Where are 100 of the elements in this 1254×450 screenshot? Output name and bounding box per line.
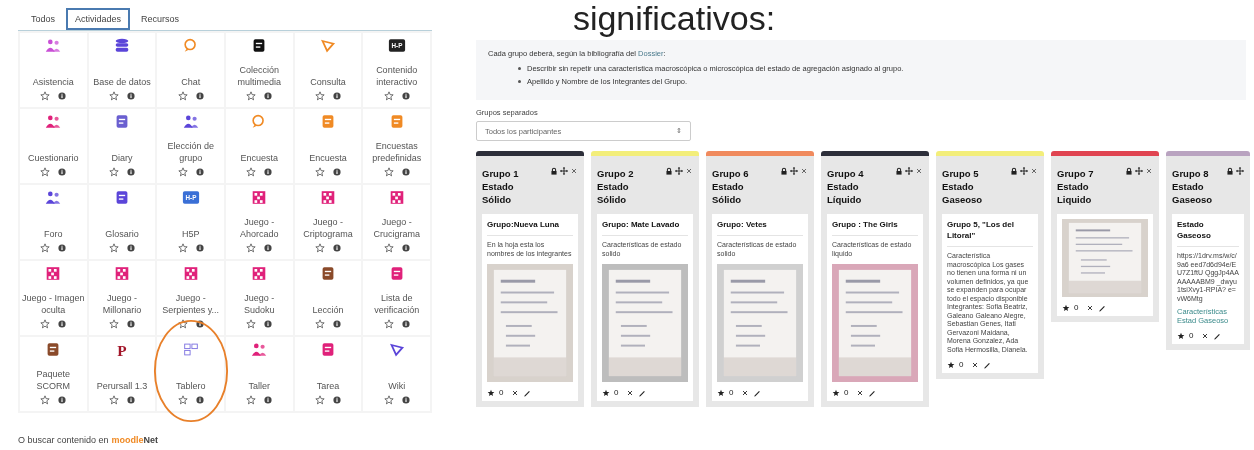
star-outline-icon[interactable] bbox=[177, 91, 188, 101]
info-icon[interactable] bbox=[195, 320, 204, 328]
activity-tile[interactable]: Diary bbox=[88, 109, 156, 183]
star-outline-icon[interactable] bbox=[315, 167, 325, 177]
close-icon[interactable] bbox=[1145, 167, 1153, 175]
pencil-icon[interactable] bbox=[753, 388, 762, 397]
pencil-icon[interactable] bbox=[983, 360, 992, 369]
activity-tile[interactable]: Tarea bbox=[294, 337, 362, 411]
close-icon[interactable] bbox=[800, 167, 808, 175]
info-icon[interactable] bbox=[333, 320, 341, 328]
close-icon[interactable] bbox=[1030, 167, 1038, 175]
info-icon[interactable] bbox=[195, 396, 204, 404]
info-icon[interactable] bbox=[195, 92, 204, 100]
info-icon[interactable] bbox=[58, 168, 67, 176]
delete-icon[interactable] bbox=[1201, 331, 1210, 340]
star-outline-icon[interactable] bbox=[383, 319, 394, 329]
activity-tile[interactable]: Taller bbox=[226, 337, 293, 411]
moodlenet-logo[interactable]: moodleNet bbox=[111, 435, 159, 445]
close-icon[interactable] bbox=[915, 167, 923, 175]
info-icon[interactable] bbox=[264, 244, 273, 252]
post-card[interactable]: 0 bbox=[1057, 214, 1153, 316]
star-icon[interactable] bbox=[832, 388, 840, 397]
pencil-icon[interactable] bbox=[523, 388, 532, 397]
info-icon[interactable] bbox=[195, 244, 204, 252]
activity-tile[interactable]: Cuestionario bbox=[20, 109, 87, 183]
star-outline-icon[interactable] bbox=[109, 167, 119, 177]
move-icon[interactable] bbox=[1135, 167, 1143, 175]
info-icon[interactable] bbox=[58, 244, 67, 252]
star-outline-icon[interactable] bbox=[109, 243, 119, 253]
info-icon[interactable] bbox=[127, 168, 135, 176]
info-icon[interactable] bbox=[127, 320, 135, 328]
activity-tile[interactable]: Lista de verificación bbox=[363, 261, 430, 335]
info-icon[interactable] bbox=[58, 320, 67, 328]
delete-icon[interactable] bbox=[741, 388, 750, 397]
move-icon[interactable] bbox=[905, 167, 913, 175]
star-icon[interactable] bbox=[947, 360, 955, 369]
activity-tile[interactable]: Juego - Imagen oculta bbox=[20, 261, 87, 335]
tab[interactable]: Actividades bbox=[66, 8, 131, 30]
activity-tile[interactable]: Colección multimedia bbox=[226, 33, 293, 107]
star-icon[interactable] bbox=[1062, 303, 1070, 312]
star-outline-icon[interactable] bbox=[246, 243, 257, 253]
close-icon[interactable] bbox=[570, 167, 578, 175]
star-outline-icon[interactable] bbox=[383, 395, 394, 405]
post-card[interactable] bbox=[942, 214, 1038, 373]
star-outline-icon[interactable] bbox=[40, 395, 51, 405]
info-icon[interactable] bbox=[401, 396, 410, 404]
activity-tile[interactable]: Chat bbox=[157, 33, 224, 107]
pencil-icon[interactable] bbox=[638, 388, 647, 397]
info-icon[interactable] bbox=[264, 396, 273, 404]
star-outline-icon[interactable] bbox=[246, 167, 257, 177]
lock-icon[interactable] bbox=[665, 167, 673, 175]
activity-tile[interactable]: Base de datos bbox=[88, 33, 156, 107]
star-outline-icon[interactable] bbox=[40, 243, 51, 253]
star-icon[interactable] bbox=[1177, 331, 1185, 340]
star-outline-icon[interactable] bbox=[246, 395, 257, 405]
star-outline-icon[interactable] bbox=[109, 319, 119, 329]
activity-tile[interactable]: Foro bbox=[20, 185, 87, 259]
star-outline-icon[interactable] bbox=[315, 395, 325, 405]
activity-tile[interactable]: Juego - Millonario bbox=[88, 261, 156, 335]
pencil-icon[interactable] bbox=[1213, 331, 1222, 340]
info-icon[interactable] bbox=[264, 92, 273, 100]
delete-icon[interactable] bbox=[1086, 303, 1095, 312]
star-outline-icon[interactable] bbox=[177, 395, 188, 405]
info-icon[interactable] bbox=[333, 92, 341, 100]
info-icon[interactable] bbox=[264, 168, 273, 176]
activity-tile[interactable]: Tablero bbox=[157, 337, 224, 411]
delete-icon[interactable] bbox=[856, 388, 865, 397]
tab[interactable]: Recursos bbox=[132, 8, 189, 30]
activity-tile[interactable]: Glosario bbox=[88, 185, 156, 259]
info-icon[interactable] bbox=[401, 92, 410, 100]
star-outline-icon[interactable] bbox=[315, 319, 325, 329]
star-outline-icon[interactable] bbox=[315, 91, 325, 101]
activity-tile[interactable]: Juego - Sudoku bbox=[226, 261, 293, 335]
move-icon[interactable] bbox=[790, 167, 798, 175]
move-icon[interactable] bbox=[560, 167, 568, 175]
lock-icon[interactable] bbox=[1125, 167, 1133, 175]
info-icon[interactable] bbox=[401, 168, 410, 176]
lock-icon[interactable] bbox=[550, 167, 558, 175]
activity-tile[interactable]: Lección bbox=[294, 261, 362, 335]
activity-tile[interactable]: Consulta bbox=[294, 33, 362, 107]
tab[interactable]: Todos bbox=[22, 8, 65, 30]
info-icon[interactable] bbox=[127, 244, 135, 252]
delete-icon[interactable] bbox=[511, 388, 520, 397]
star-icon[interactable] bbox=[717, 388, 725, 397]
activity-tile[interactable]: Juego - Ahorcado bbox=[226, 185, 293, 259]
move-icon[interactable] bbox=[1236, 167, 1244, 175]
star-outline-icon[interactable] bbox=[177, 319, 188, 329]
info-icon[interactable] bbox=[127, 92, 135, 100]
info-icon[interactable] bbox=[401, 320, 410, 328]
activity-tile[interactable]: Wiki bbox=[363, 337, 430, 411]
star-outline-icon[interactable] bbox=[177, 243, 188, 253]
activity-tile[interactable]: P Perursall 1.3 bbox=[88, 337, 156, 411]
star-icon[interactable] bbox=[602, 388, 610, 397]
star-outline-icon[interactable] bbox=[40, 319, 51, 329]
star-outline-icon[interactable] bbox=[40, 91, 51, 101]
info-icon[interactable] bbox=[58, 92, 67, 100]
delete-icon[interactable] bbox=[971, 360, 980, 369]
move-icon[interactable] bbox=[675, 167, 683, 175]
star-icon[interactable] bbox=[487, 388, 495, 397]
info-icon[interactable] bbox=[127, 396, 135, 404]
